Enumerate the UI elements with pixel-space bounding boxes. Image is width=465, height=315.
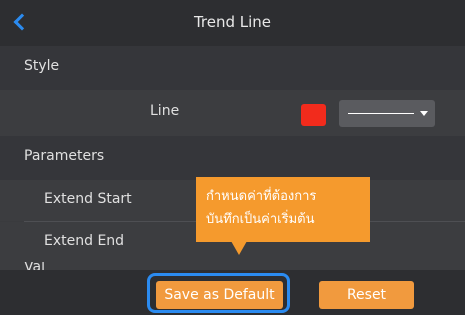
reset-button[interactable]: Reset [319,281,414,309]
line-style-sample [348,113,414,114]
partial-section-header: Val [0,262,465,270]
extend-start-label: Extend Start [44,191,132,207]
partial-section-title: Val [24,262,45,270]
extend-end-label: Extend End [44,233,125,249]
section-title-style: Style [24,58,60,74]
dropdown-arrow-icon [420,111,428,116]
section-title-parameters: Parameters [24,148,105,164]
page-title: Trend Line [193,13,272,31]
line-color-swatch[interactable] [301,104,326,126]
line-label: Line [150,103,180,119]
tooltip-line-1: กำหนดค่าที่ต้องการ [206,189,317,204]
tooltip-line-2: บันทึกเป็นค่าเริ่มต้น [206,212,315,227]
section-header-style: Style [0,46,465,90]
tooltip-pointer [231,241,247,255]
navigation-bar: Trend Line [0,0,465,46]
line-style-dropdown[interactable] [339,100,435,127]
highlight-box [147,273,290,313]
tooltip-callout: กำหนดค่าที่ต้องการ บันทึกเป็นค่าเริ่มต้น [196,177,370,242]
section-header-parameters: Parameters [0,136,465,180]
